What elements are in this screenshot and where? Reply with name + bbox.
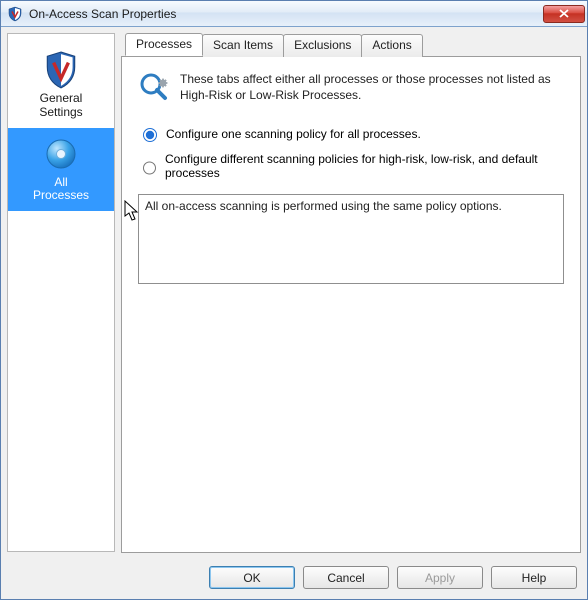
radio-label: Configure one scanning policy for all pr… [166,127,421,141]
sidebar-item-label: General Settings [39,92,82,120]
dialog-button-row: OK Cancel Apply Help [1,558,587,599]
sidebar-item-all-processes[interactable]: All Processes [8,128,114,212]
radio-one-policy-input[interactable] [143,128,157,142]
policy-description-box: All on-access scanning is performed usin… [138,194,564,284]
sidebar-item-label: All Processes [33,176,89,204]
apply-button[interactable]: Apply [397,566,483,589]
tab-label: Scan Items [213,38,273,52]
close-button[interactable] [543,5,585,23]
intro-block: These tabs affect either all processes o… [138,71,564,103]
radio-different-policies[interactable]: Configure different scanning policies fo… [138,152,564,180]
tab-strip: Processes Scan Items Exclusions Actions [121,33,581,56]
tab-scan-items[interactable]: Scan Items [202,34,284,57]
radio-different-policies-input[interactable] [143,161,156,175]
tab-exclusions[interactable]: Exclusions [283,34,362,57]
tab-label: Exclusions [294,38,351,52]
tab-label: Actions [372,38,411,52]
client-area: General Settings [1,27,587,599]
help-button[interactable]: Help [491,566,577,589]
dialog-window: On-Access Scan Properties General Settin… [0,0,588,600]
shield-icon [41,50,81,90]
tab-label: Processes [136,37,192,51]
window-title: On-Access Scan Properties [29,7,543,21]
ok-button[interactable]: OK [209,566,295,589]
app-shield-icon [7,6,23,22]
intro-text: These tabs affect either all processes o… [180,71,564,103]
main-area: General Settings [1,27,587,558]
radio-label: Configure different scanning policies fo… [165,152,564,180]
radio-one-policy[interactable]: Configure one scanning policy for all pr… [138,125,564,142]
tab-page-processes: These tabs affect either all processes o… [121,56,581,553]
sidebar-item-general-settings[interactable]: General Settings [8,44,114,128]
tab-processes[interactable]: Processes [125,33,203,56]
search-gear-icon [138,71,170,103]
cancel-button[interactable]: Cancel [303,566,389,589]
sidebar: General Settings [7,33,115,552]
tab-actions[interactable]: Actions [361,34,422,57]
tab-host: Processes Scan Items Exclusions Actions [121,33,581,552]
titlebar[interactable]: On-Access Scan Properties [1,1,587,27]
disc-icon [41,134,81,174]
